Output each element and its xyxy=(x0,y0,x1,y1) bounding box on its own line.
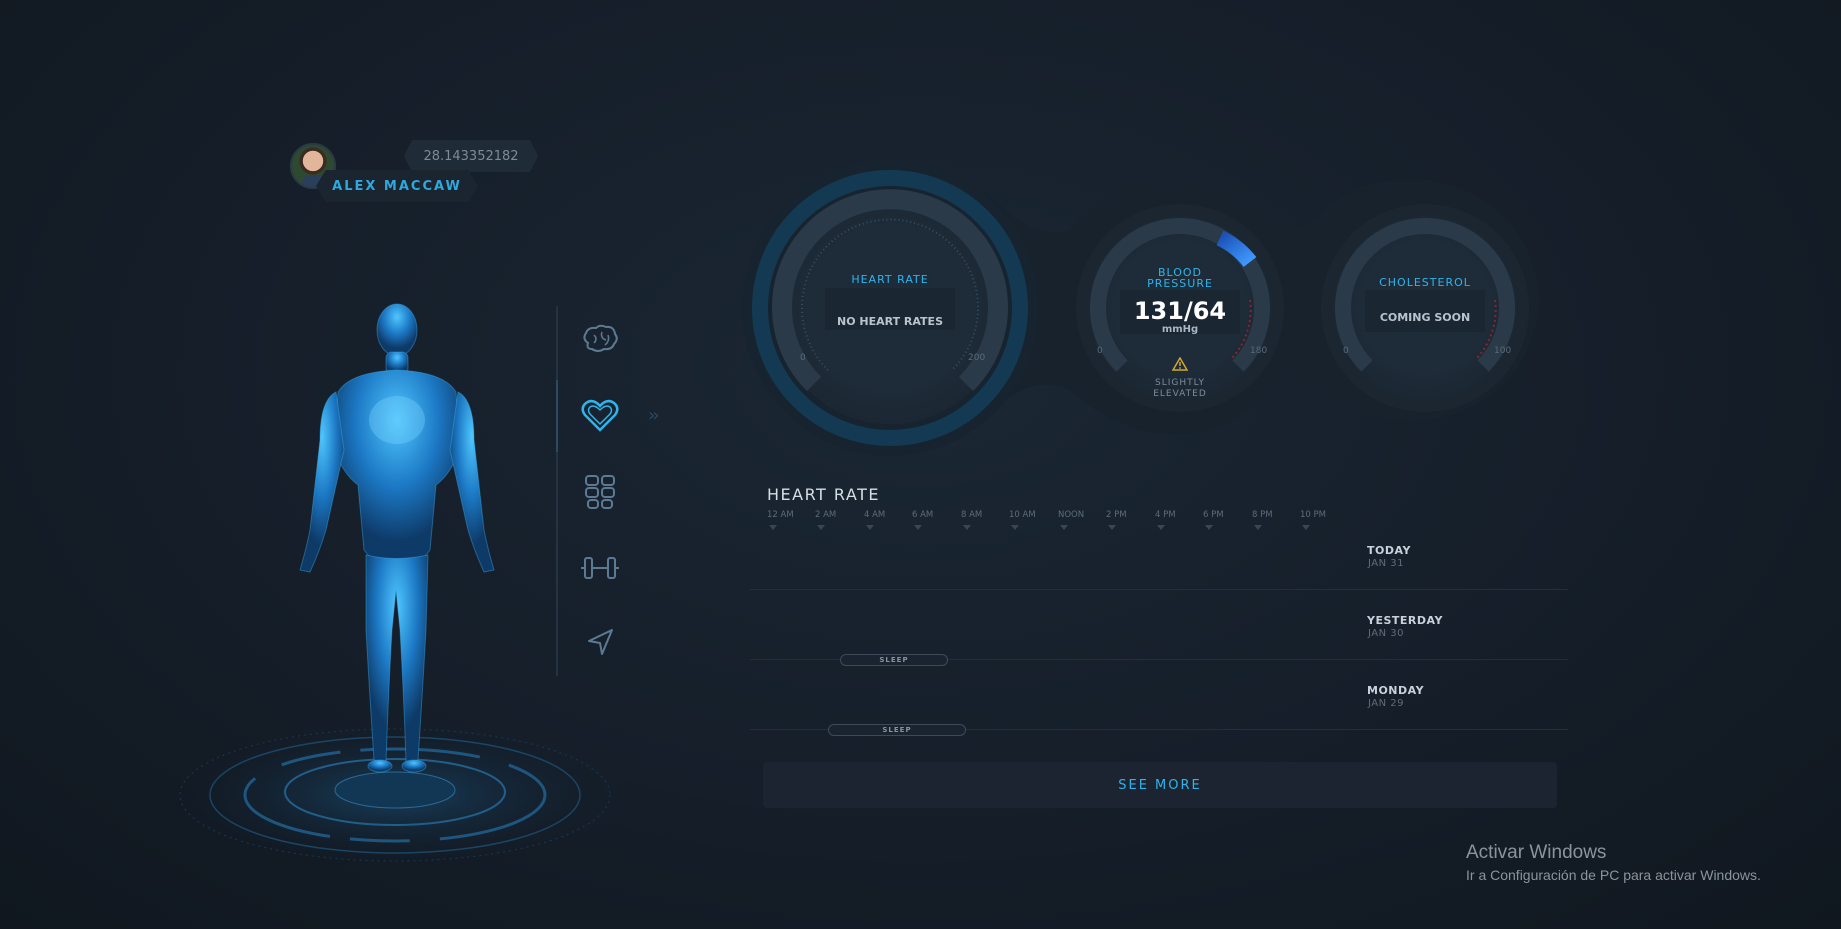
location-arrow-icon xyxy=(588,629,613,655)
time-label: 6 PM xyxy=(1203,510,1224,520)
time-label: NOON xyxy=(1058,510,1085,520)
day-date-today: JAN 31 xyxy=(1368,558,1404,569)
see-more-button[interactable]: SEE MORE xyxy=(763,762,1557,808)
time-marker-icon xyxy=(1157,525,1165,530)
day-title-monday: MONDAY xyxy=(1367,684,1425,697)
cholesterol-gauge-value: COMING SOON xyxy=(1379,311,1471,324)
cholesterol-gauge-label: CHOLESTEROL xyxy=(1379,276,1471,289)
blood-pressure-max: 180 xyxy=(1250,346,1268,356)
nav-active-indicator xyxy=(556,380,558,452)
nav-grid-button[interactable] xyxy=(572,464,628,520)
heart-rate-max: 200 xyxy=(968,353,986,363)
time-label: 4 PM xyxy=(1155,510,1176,520)
day-title-yesterday: YESTERDAY xyxy=(1367,614,1443,627)
dumbbell-icon xyxy=(581,557,619,579)
heart-rate-gauge-label: HEART RATE xyxy=(851,273,929,286)
time-marker-icon xyxy=(866,525,874,530)
time-label: 8 PM xyxy=(1252,510,1273,520)
coordinates-tag: 28.143352182 xyxy=(404,140,538,172)
time-label: 6 AM xyxy=(912,510,934,520)
heart-rate-section-title: HEART RATE xyxy=(767,485,880,504)
time-label: 2 PM xyxy=(1106,510,1127,520)
time-label: 10 AM xyxy=(1009,510,1036,520)
time-marker-icon xyxy=(817,525,825,530)
time-marker-icon xyxy=(1108,525,1116,530)
heart-icon xyxy=(581,399,619,432)
blood-pressure-value: 131/64 xyxy=(1133,297,1227,325)
body-hologram[interactable] xyxy=(160,300,630,890)
heart-rate-min: 0 xyxy=(800,353,806,363)
sleep-pill-yesterday[interactable]: SLEEP xyxy=(840,654,948,666)
cholesterol-max: 100 xyxy=(1494,346,1512,356)
time-marker-icon xyxy=(1060,525,1068,530)
time-label: 8 AM xyxy=(961,510,983,520)
active-chevron-icon: ›› xyxy=(648,405,660,426)
brain-icon xyxy=(583,324,618,352)
nav-fitness-button[interactable] xyxy=(572,540,628,596)
time-label: 2 AM xyxy=(815,510,837,520)
nav-divider xyxy=(556,306,558,676)
grid-icon xyxy=(585,475,615,509)
time-marker-icon xyxy=(1254,525,1262,530)
time-marker-icon xyxy=(1011,525,1019,530)
heart-rate-gauge-value: NO HEART RATES xyxy=(837,315,943,328)
activation-watermark-title: Activar Windows xyxy=(1466,842,1607,863)
time-label: 12 AM xyxy=(767,510,794,520)
blood-pressure-gauge-label: BLOOD PRESSURE xyxy=(1147,266,1213,290)
row-divider xyxy=(750,589,1568,590)
time-marker-icon xyxy=(1302,525,1310,530)
warning-icon xyxy=(1172,357,1188,371)
nav-brain-button[interactable] xyxy=(572,312,628,368)
time-marker-icon xyxy=(963,525,971,530)
day-date-monday: JAN 29 xyxy=(1368,698,1404,709)
blood-pressure-unit: mmHg xyxy=(1161,324,1199,335)
time-marker-icon xyxy=(1205,525,1213,530)
sleep-pill-monday[interactable]: SLEEP xyxy=(828,724,966,736)
blood-pressure-status: SLIGHTLY ELEVATED xyxy=(1153,378,1207,399)
time-marker-icon xyxy=(769,525,777,530)
time-label: 4 AM xyxy=(864,510,886,520)
time-label: 10 PM xyxy=(1300,510,1326,520)
day-title-today: TODAY xyxy=(1367,544,1411,557)
cholesterol-min: 0 xyxy=(1343,346,1349,356)
nav-heart-button[interactable] xyxy=(572,388,628,444)
nav-location-button[interactable] xyxy=(572,614,628,670)
user-name[interactable]: ALEX MACCAW xyxy=(316,170,478,202)
blood-pressure-min: 0 xyxy=(1097,346,1103,356)
time-marker-icon xyxy=(914,525,922,530)
activation-watermark-subtitle: Ir a Configuración de PC para activar Wi… xyxy=(1466,867,1761,883)
day-date-yesterday: JAN 30 xyxy=(1368,628,1404,639)
